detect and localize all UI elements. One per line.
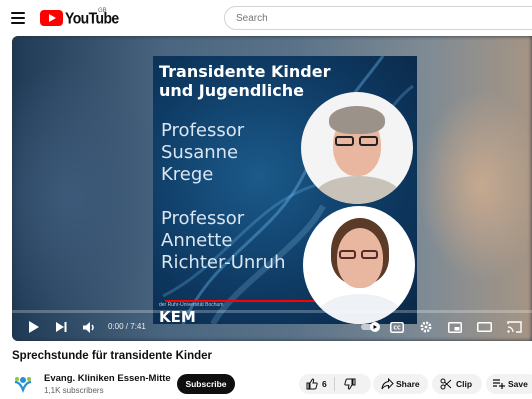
youtube-logo[interactable]: YouTube — [40, 9, 119, 27]
like-icon[interactable] — [306, 378, 318, 390]
logo-text: YouTube — [65, 9, 119, 27]
svg-text:CC: CC — [393, 325, 401, 331]
dislike-icon[interactable] — [344, 378, 356, 390]
speaker-1-portrait — [301, 92, 413, 204]
cast-icon[interactable] — [504, 313, 524, 341]
region-code: GB — [98, 8, 107, 14]
time-display: 0:00 / 7:41 — [108, 322, 146, 331]
like-count[interactable]: 6 — [322, 379, 327, 389]
share-button[interactable]: Share — [373, 374, 428, 394]
search-placeholder: Search — [236, 12, 268, 24]
top-bar: YouTube GB Search — [0, 0, 532, 36]
miniplayer-icon[interactable] — [446, 313, 464, 341]
channel-name[interactable]: Evang. Kliniken Essen-Mitte — [44, 373, 171, 384]
share-icon — [381, 378, 394, 390]
speaker-2-name: Professor Annette Richter-Unruh — [161, 208, 286, 273]
video-title: Sprechstunde für transidente Kinder — [12, 350, 213, 362]
poster-title: Transidente Kinder und Jugendliche — [159, 62, 331, 100]
pill-divider — [334, 377, 335, 391]
search-input[interactable]: Search — [224, 6, 532, 30]
settings-icon[interactable] — [417, 313, 435, 341]
autoplay-toggle-icon[interactable] — [360, 313, 382, 341]
save-icon — [492, 378, 505, 390]
clip-icon — [440, 378, 452, 390]
theater-icon[interactable] — [475, 313, 493, 341]
video-frame: Transidente Kinder und Jugendliche Profe… — [153, 56, 417, 324]
speaker-1-name: Professor Susanne Krege — [161, 120, 245, 185]
play-icon[interactable] — [24, 313, 42, 341]
speaker-2-portrait — [303, 206, 415, 324]
subscribe-button[interactable]: Subscribe — [177, 374, 235, 394]
save-label: Save — [508, 379, 528, 389]
captions-icon[interactable]: CC — [388, 313, 406, 341]
youtube-play-logo-icon — [40, 10, 63, 26]
volume-icon[interactable] — [80, 313, 98, 341]
clip-label: Clip — [456, 379, 473, 389]
clip-button[interactable]: Clip — [432, 374, 482, 394]
player-controls: 0:00 / 7:41 CC — [12, 313, 532, 341]
like-dislike-group: 6 — [299, 374, 371, 394]
menu-icon[interactable] — [11, 12, 25, 24]
blurred-background-text — [12, 46, 23, 90]
video-player[interactable]: Transidente Kinder und Jugendliche Profe… — [12, 36, 532, 341]
share-label: Share — [396, 379, 420, 389]
next-icon[interactable] — [52, 313, 70, 341]
save-button[interactable]: Save — [486, 374, 532, 394]
